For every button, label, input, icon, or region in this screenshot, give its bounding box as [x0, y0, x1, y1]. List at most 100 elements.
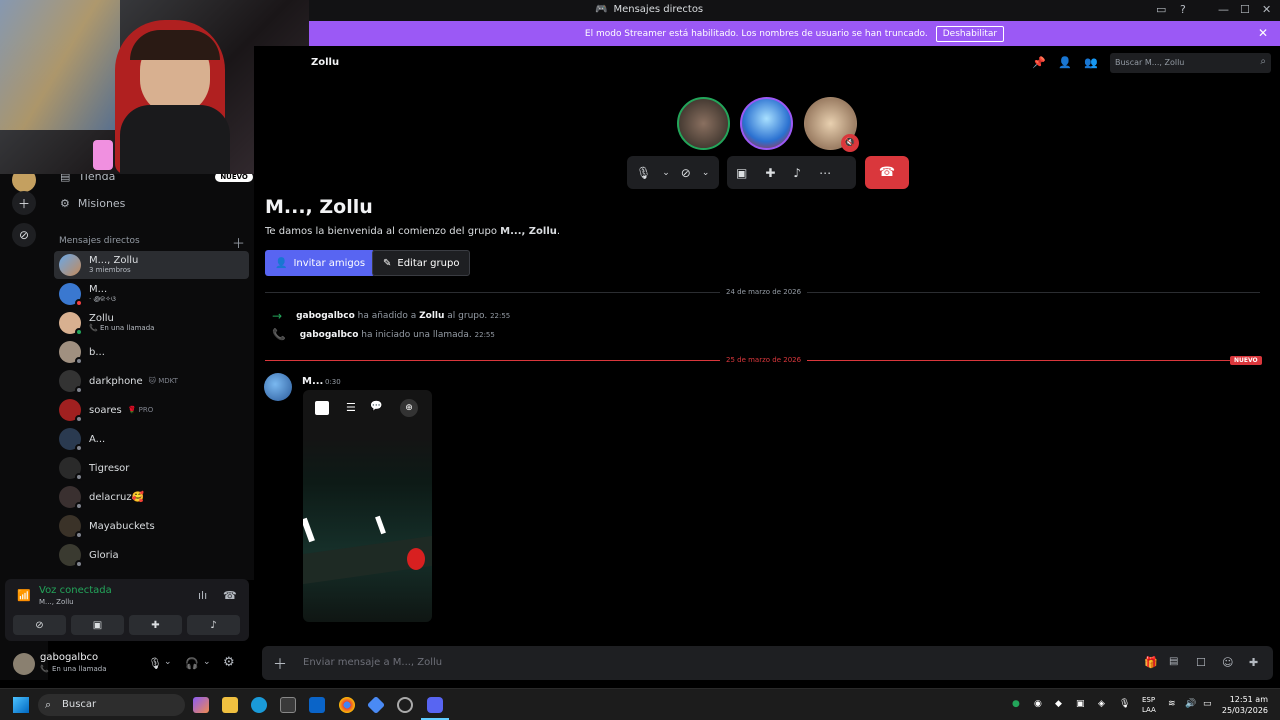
close-banner-icon[interactable]: ✕	[1258, 26, 1268, 40]
language-indicator[interactable]: ESP LAA	[1142, 695, 1156, 715]
gift-icon[interactable]: 🎁	[1144, 656, 1158, 669]
soundboard-button[interactable]: ♪	[187, 615, 240, 635]
dm-item[interactable]: A...	[54, 425, 249, 453]
quests-icon: ⚙	[60, 197, 70, 210]
dm-item[interactable]: soares 🌹 PRO	[54, 396, 249, 424]
members-icon[interactable]: 👥	[1084, 56, 1098, 69]
tray-app-icon[interactable]: ▣	[1076, 699, 1085, 709]
participant-avatar[interactable]	[677, 97, 730, 150]
system-message: 📞 gabogalbco ha iniciado una llamada. 22…	[272, 328, 495, 341]
tray-app-icon[interactable]: ◆	[1055, 699, 1062, 709]
taskbar-search[interactable]: ⌕ Buscar	[38, 694, 185, 716]
user-panel: gabogalbco 📞 En una llamada 🎙 ⌄ 🎧 ⌄ ⚙	[5, 645, 249, 683]
apps-icon[interactable]: ✚	[1249, 656, 1258, 669]
file-explorer-icon[interactable]	[222, 697, 238, 713]
close-window-button[interactable]: ✕	[1262, 3, 1271, 16]
edge-icon[interactable]	[251, 697, 267, 713]
message-author[interactable]: M...	[302, 376, 323, 387]
dm-item[interactable]: Gloria	[54, 541, 249, 569]
dm-item[interactable]: Tigresor	[54, 454, 249, 482]
search-input[interactable]: Buscar M..., Zollu ⌕	[1110, 53, 1271, 73]
outlook-icon[interactable]	[309, 697, 325, 713]
message-avatar[interactable]	[264, 373, 292, 401]
call-controls-extra: ▣ ✚ ♪ ⋯	[727, 156, 856, 189]
maximize-button[interactable]: ☐	[1240, 3, 1250, 16]
disconnect-icon[interactable]: ☎	[223, 589, 237, 602]
emoji-icon[interactable]: ☺	[1222, 656, 1233, 669]
avatar	[59, 341, 83, 365]
copilot-icon[interactable]	[193, 697, 209, 713]
chevron-down-icon[interactable]: ⌄	[203, 657, 211, 667]
tray-mic-icon[interactable]: 🎙	[1119, 699, 1130, 709]
discord-logo-icon: 🎮	[595, 4, 608, 15]
dm-item[interactable]: b...	[54, 338, 249, 366]
search-icon: ⌕	[1260, 56, 1266, 67]
settings-gear-icon[interactable]: ⚙	[223, 655, 235, 670]
dm-item[interactable]: darkphone 🐱 MDKT	[54, 367, 249, 395]
chat-header: Zollu 📌 👤 👥 Buscar M..., Zollu ⌕	[254, 46, 1280, 80]
start-icon[interactable]	[13, 697, 29, 713]
volume-icon[interactable]: 🔊	[1185, 699, 1196, 709]
app-icon[interactable]	[397, 697, 413, 713]
pin-icon[interactable]: 📌	[1032, 56, 1046, 69]
chevron-down-icon[interactable]: ⌄	[660, 168, 672, 178]
image-attachment[interactable]: ☰ 💬 ⊕	[303, 390, 432, 622]
disable-streamer-button[interactable]: Deshabilitar	[935, 25, 1005, 42]
avatar	[59, 515, 83, 539]
share-screen-button[interactable]: ▣	[71, 615, 124, 635]
more-icon[interactable]: ⋯	[810, 166, 840, 180]
camera-off-button[interactable]: ⊘	[13, 615, 66, 635]
noise-suppression-icon[interactable]: ılı	[198, 589, 207, 602]
clock[interactable]: 12:51 am 25/03/2026	[1222, 694, 1268, 716]
chevron-down-icon[interactable]: ⌄	[164, 657, 172, 667]
participant-avatar[interactable]	[740, 97, 793, 150]
avatar	[59, 399, 83, 423]
signal-icon: 📶	[17, 589, 31, 602]
chrome-icon[interactable]	[339, 697, 355, 713]
hangup-button[interactable]: ☎	[865, 156, 909, 189]
dm-item[interactable]: delacruz🥰	[54, 483, 249, 511]
sticker-icon[interactable]: ☐	[1196, 656, 1206, 669]
minimize-button[interactable]: —	[1218, 3, 1229, 16]
wifi-icon[interactable]: ≋	[1168, 699, 1176, 709]
dm-panel: ▤ Tienda NUEVO ⚙ Misiones Mensajes direc…	[48, 160, 254, 580]
dm-item[interactable]: Zollu 📞 En una llamada	[54, 309, 249, 337]
activities-button[interactable]: ✚	[129, 615, 182, 635]
camera-off-icon[interactable]: ⊘	[672, 166, 700, 180]
discord-taskbar-icon[interactable]	[427, 697, 443, 713]
headphones-icon[interactable]: 🎧	[185, 657, 199, 670]
add-member-icon[interactable]: 👤	[1058, 56, 1072, 69]
message-timestamp: 0:30	[325, 378, 341, 386]
add-server-icon[interactable]: ＋	[12, 191, 36, 215]
tray-app-icon[interactable]: ◉	[1034, 699, 1042, 709]
dm-item-group[interactable]: M..., Zollu 3 miembros	[54, 251, 249, 279]
invite-friends-button[interactable]: 👤 Invitar amigos	[265, 250, 376, 276]
nav-quests[interactable]: ⚙ Misiones	[60, 197, 125, 210]
avatar	[59, 486, 83, 510]
soundboard-icon[interactable]: ♪	[784, 166, 810, 180]
share-screen-icon[interactable]: ▣	[727, 166, 756, 180]
gemini-icon[interactable]	[366, 695, 386, 715]
gif-icon[interactable]: ▤	[1169, 656, 1178, 667]
tray-status-icon[interactable]: ●	[1012, 699, 1020, 709]
edit-group-button[interactable]: ✎ Editar grupo	[372, 250, 471, 276]
explore-icon[interactable]: ⊘	[12, 223, 36, 247]
activities-icon[interactable]: ✚	[756, 166, 784, 180]
battery-icon[interactable]: ▭	[1203, 699, 1212, 709]
mic-icon[interactable]: 🎙	[148, 657, 162, 670]
dm-item[interactable]: M... · ꩜ଳ✧ଓ	[54, 280, 249, 308]
avatar[interactable]	[13, 653, 35, 675]
phone-icon: 📞	[272, 328, 286, 341]
tray-app-icon[interactable]: ◈	[1098, 699, 1105, 709]
dm-item[interactable]: Mayabuckets	[54, 512, 249, 540]
date-divider-label: 24 de marzo de 2026	[720, 288, 808, 296]
chevron-down-icon[interactable]: ⌄	[700, 168, 712, 178]
add-attachment-icon[interactable]: ＋	[273, 654, 287, 674]
create-dm-icon[interactable]: ＋	[232, 233, 245, 252]
inbox-icon[interactable]: ▭	[1156, 3, 1166, 16]
help-icon[interactable]: ?	[1180, 3, 1186, 16]
mic-icon[interactable]: 🎙	[627, 166, 660, 180]
message-composer[interactable]: ＋ Enviar mensaje a M..., Zollu 🎁 ▤ ☐ ☺ ✚	[262, 646, 1273, 680]
avatar	[59, 254, 81, 276]
store-icon[interactable]	[280, 697, 296, 713]
